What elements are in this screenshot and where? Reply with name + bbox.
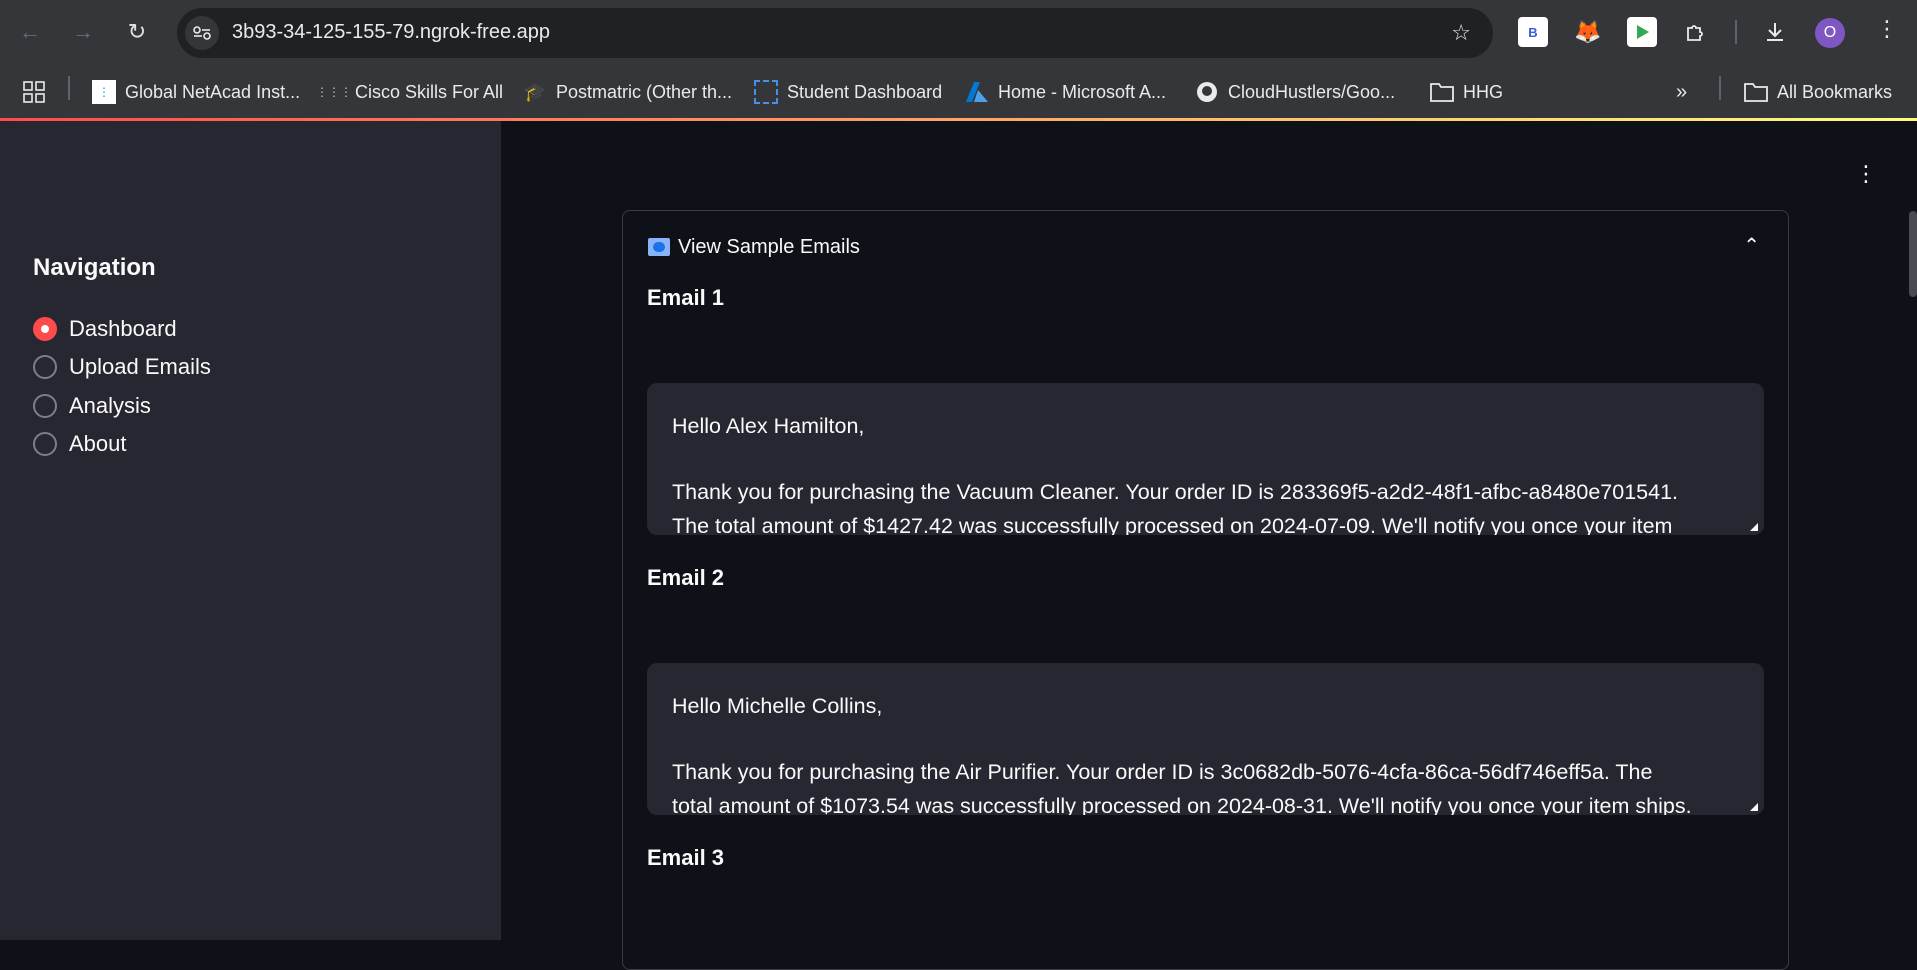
sidebar: Navigation Dashboard Upload Emails Analy… [0, 121, 501, 940]
site-info-icon[interactable] [185, 16, 219, 50]
reload-button[interactable]: ↻ [119, 14, 155, 50]
bookmark-postmatric[interactable]: 🎓 Postmatric (Other th... [523, 76, 732, 108]
resize-handle-icon[interactable] [1750, 523, 1758, 531]
bookmark-label: Home - Microsoft A... [998, 81, 1167, 102]
bookmark-cloudhustlers[interactable]: CloudHustlers/Goo... [1195, 76, 1395, 108]
extension-b-icon[interactable]: B [1518, 17, 1548, 47]
extension-play-icon[interactable] [1627, 17, 1657, 47]
bookmark-student-dashboard[interactable]: Student Dashboard [754, 76, 942, 108]
bookmarks-overflow-icon[interactable]: » [1676, 76, 1687, 108]
scrollbar-thumb[interactable] [1909, 211, 1917, 297]
folder-icon [1430, 80, 1454, 104]
radio-label: Dashboard [69, 316, 177, 341]
radio-label: About [69, 431, 127, 456]
email-envelope-icon [648, 238, 670, 256]
main-content: ⋮ View Sample Emails ⌃ Email 1 Hello Ale… [501, 121, 1917, 970]
bookmark-cisco-skills[interactable]: ⋮⋮⋮ Cisco Skills For All [316, 76, 504, 108]
app-menu-icon[interactable]: ⋮ [1855, 161, 1877, 187]
radio-unselected-icon[interactable] [33, 432, 57, 456]
email-greeting: Hello Alex Hamilton, [672, 414, 865, 438]
radio-selected-icon[interactable] [33, 317, 57, 341]
chevron-up-icon[interactable]: ⌃ [1743, 233, 1760, 258]
radio-about[interactable]: About [33, 429, 127, 459]
bookmark-folder-hhg[interactable]: HHG [1430, 76, 1503, 108]
download-icon[interactable] [1760, 17, 1790, 47]
toolbar-separator [1735, 20, 1737, 44]
email-greeting: Hello Michelle Collins, [672, 694, 883, 718]
resize-handle-icon[interactable] [1750, 803, 1758, 811]
bookmarks-bar: ⋮ Global NetAcad Inst... ⋮⋮⋮ Cisco Skill… [0, 66, 1917, 118]
email-body-line: The total amount of $1427.42 was success… [672, 514, 1673, 535]
dashboard-icon [754, 80, 778, 104]
all-bookmarks-label: All Bookmarks [1777, 81, 1893, 102]
radio-unselected-icon[interactable] [33, 394, 57, 418]
metamask-fox-icon[interactable]: 🦊 [1573, 17, 1603, 47]
all-bookmarks-folder[interactable]: All Bookmarks [1744, 76, 1892, 108]
github-icon [1195, 80, 1219, 104]
email-label: Email 1 [647, 285, 725, 310]
bookmark-label: Student Dashboard [787, 81, 943, 102]
address-bar[interactable]: 3b93-34-125-155-79.ngrok-free.app ☆ [177, 8, 1493, 58]
graduation-cap-icon: 🎓 [523, 81, 547, 102]
bookmarks-separator [68, 76, 70, 100]
email-label: Email 3 [647, 845, 725, 870]
expander-header[interactable]: View Sample Emails [648, 233, 860, 261]
email-textarea[interactable]: Hello Michelle Collins, Thank you for pu… [647, 663, 1764, 815]
bookmark-star-icon[interactable]: ☆ [1451, 20, 1471, 46]
radio-upload-emails[interactable]: Upload Emails [33, 352, 211, 382]
bookmark-label: Global NetAcad Inst... [125, 81, 301, 102]
email-textarea[interactable]: Hello Alex Hamilton, Thank you for purch… [647, 383, 1764, 535]
profile-avatar[interactable]: O [1815, 18, 1845, 48]
browser-menu-icon[interactable]: ⋮ [1872, 16, 1902, 42]
extensions-puzzle-icon[interactable] [1681, 17, 1711, 47]
bookmark-label: Postmatric (Other th... [556, 81, 733, 102]
bookmark-global-netacad[interactable]: ⋮ Global NetAcad Inst... [92, 76, 300, 108]
email-body-line: Thank you for purchasing the Air Purifie… [672, 760, 1653, 784]
radio-dashboard[interactable]: Dashboard [33, 314, 177, 344]
url-text[interactable]: 3b93-34-125-155-79.ngrok-free.app [232, 21, 550, 44]
bookmark-label: CloudHustlers/Goo... [1228, 81, 1396, 102]
email-body-line: Thank you for purchasing the Vacuum Clea… [672, 480, 1678, 504]
folder-icon [1744, 80, 1768, 104]
sidebar-title: Navigation [33, 254, 156, 281]
browser-chrome: ← → ↻ 3b93-34-125-155-79.ngrok-free.app … [0, 0, 1917, 121]
sample-emails-expander: View Sample Emails ⌃ Email 1 Hello Alex … [622, 210, 1789, 970]
apps-grid-icon[interactable] [22, 76, 46, 108]
radio-analysis[interactable]: Analysis [33, 391, 151, 421]
forward-button[interactable]: → [65, 14, 101, 50]
cisco-icon: ⋮⋮⋮ [316, 85, 352, 99]
email-body-line: total amount of $1073.54 was successfull… [672, 794, 1692, 815]
browser-toolbar: ← → ↻ 3b93-34-125-155-79.ngrok-free.app … [0, 0, 1917, 66]
email-label: Email 2 [647, 565, 725, 590]
cisco-netacad-icon: ⋮ [92, 80, 116, 104]
expander-title: View Sample Emails [678, 235, 860, 258]
bookmark-label: HHG [1463, 81, 1503, 102]
bookmark-label: Cisco Skills For All [355, 81, 504, 102]
bookmarks-separator [1719, 76, 1721, 100]
radio-label: Analysis [69, 393, 151, 418]
azure-icon [965, 80, 989, 104]
radio-unselected-icon[interactable] [33, 355, 57, 379]
radio-label: Upload Emails [69, 354, 211, 379]
bookmark-microsoft-azure[interactable]: Home - Microsoft A... [965, 76, 1166, 108]
back-button[interactable]: ← [12, 14, 48, 50]
